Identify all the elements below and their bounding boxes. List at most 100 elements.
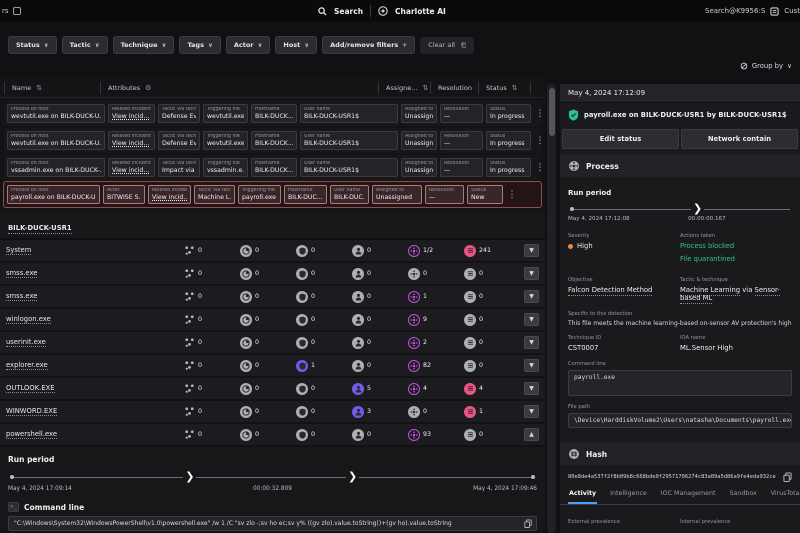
add-remove-filters-button[interactable]: Add/remove filters+	[322, 36, 415, 54]
cell-hostname: HostnameBILK-DUCK...	[251, 158, 297, 177]
table-row[interactable]: Process on hostwevtutil.exe on BILK-DUCK…	[4, 128, 541, 153]
expand-button[interactable]: ▼	[524, 313, 539, 326]
hash-section-header[interactable]: Hash	[560, 442, 800, 467]
ioa-name-field: IOA name ML.Sensor High	[680, 335, 792, 352]
filter-button-tactic[interactable]: Tactic∨	[62, 36, 108, 54]
run-period-timeline[interactable]: ❯ ❯	[10, 472, 535, 484]
clear-all-label: Clear all	[428, 41, 455, 49]
expand-button[interactable]: ▼	[524, 267, 539, 280]
process-name-link[interactable]: powershell.exe	[6, 430, 57, 439]
host-monitor-icon[interactable]	[770, 7, 779, 16]
badge-events: 241	[464, 245, 520, 257]
topbar-right-partial[interactable]: Cust	[784, 7, 800, 15]
charlotte-ai-button[interactable]: Charlotte AI	[395, 7, 446, 16]
table-row[interactable]: Process on hostvssadmin.exe on BILK-DUCK…	[4, 155, 541, 180]
cell-label: Resolution	[444, 161, 479, 166]
host-link[interactable]: BILK-DUCK-USR1	[8, 224, 72, 234]
network-contain-button[interactable]: Network contain	[681, 129, 798, 149]
cell-value: Unassigned	[405, 167, 433, 174]
command-line-value[interactable]: "C:\Windows\System32\WindowsPowerShell\v…	[8, 516, 537, 531]
column-assigned-label: Assigne...	[386, 84, 417, 92]
process-section-header[interactable]: Process	[560, 154, 800, 179]
filter-button-tags[interactable]: Tags∨	[179, 36, 220, 54]
kebab-menu-icon[interactable]: ⋮	[506, 185, 518, 204]
filter-button-actor[interactable]: Actor∨	[226, 36, 271, 54]
expand-button[interactable]: ▼	[524, 244, 539, 257]
copy-icon[interactable]	[524, 519, 532, 528]
badge-virus: 2	[408, 337, 464, 349]
column-attributes[interactable]: Attributes ⚙	[100, 82, 378, 94]
copy-icon[interactable]	[783, 472, 792, 482]
expand-button[interactable]: ▼	[524, 290, 539, 303]
process-name-link[interactable]: smss.exe	[6, 269, 37, 278]
process-name-link[interactable]: explorer.exe	[6, 361, 48, 370]
badge-events: 4	[464, 383, 520, 395]
hash-value[interactable]: 80e8de4a537f2f8b09b8c668bde0f29571706274…	[568, 474, 779, 480]
collapse-button[interactable]: ▲	[524, 428, 539, 441]
action-file-quarantined: File quarantined	[680, 255, 792, 263]
column-status[interactable]: Status ⇅	[478, 82, 530, 94]
person-badge-icon	[352, 429, 364, 441]
badge-clock: 0	[240, 314, 296, 326]
scrollbar-thumb[interactable]	[549, 88, 555, 136]
badge-clock: 0	[240, 429, 296, 441]
tab-intelligence[interactable]: Intelligence	[609, 486, 648, 504]
rp-command-line-value[interactable]: payroll.exe	[568, 370, 792, 396]
person-badge-icon	[352, 383, 364, 395]
clock-badge-icon	[240, 337, 252, 349]
sort-icon[interactable]: ⇅	[36, 84, 42, 92]
objective-link[interactable]: Falcon Detection Method	[568, 286, 652, 296]
column-resolution[interactable]: Resolution	[430, 82, 478, 94]
app-icon[interactable]	[13, 7, 21, 15]
column-assigned[interactable]: Assigne... ⇅	[378, 82, 430, 94]
cell-value[interactable]: View incid...	[112, 140, 151, 147]
column-name[interactable]: Name ⇅	[4, 82, 100, 94]
kebab-menu-icon[interactable]: ⋮	[534, 158, 546, 177]
kebab-menu-icon[interactable]: ⋮	[534, 104, 546, 123]
process-name-link[interactable]: winlogon.exe	[6, 315, 51, 324]
filter-label: Status	[16, 41, 40, 49]
cell-value[interactable]: View incid...	[112, 167, 151, 174]
kebab-menu-icon[interactable]: ⋮	[534, 131, 546, 150]
filter-button-status[interactable]: Status∨	[8, 36, 57, 54]
tab-ioc-management[interactable]: IOC Management	[660, 486, 717, 504]
filter-button-host[interactable]: Host∨	[275, 36, 317, 54]
search-button[interactable]: Search	[334, 7, 363, 16]
tab-activity[interactable]: Activity	[568, 486, 597, 504]
badge-count: 0	[311, 247, 315, 254]
sort-icon[interactable]: ⇅	[422, 84, 428, 92]
table-row[interactable]: Process on hostpayroll.exe on BILK-DUCK-…	[4, 182, 541, 207]
clock-badge-icon	[240, 429, 252, 441]
vertical-scrollbar[interactable]	[547, 84, 556, 533]
cell-value[interactable]: View incid...	[152, 194, 187, 201]
expand-button[interactable]: ▼	[524, 336, 539, 349]
tab-sandbox[interactable]: Sandbox	[729, 486, 758, 504]
expand-button[interactable]: ▼	[524, 405, 539, 418]
filter-button-technique[interactable]: Technique∨	[113, 36, 175, 54]
gear-icon[interactable]: ⚙	[145, 84, 151, 92]
process-name-link[interactable]: smss.exe	[6, 292, 37, 301]
cell-user-name: User nameBILK-DUCK-USR1$	[300, 104, 398, 123]
group-icon	[740, 62, 748, 70]
tab-virustotal[interactable]: VirusTotal	[770, 486, 800, 504]
expand-button[interactable]: ▼	[524, 359, 539, 372]
expand-button[interactable]: ▼	[524, 382, 539, 395]
process-name-link[interactable]: WINWORD.EXE	[6, 407, 57, 416]
sort-icon[interactable]: ⇅	[512, 84, 518, 92]
rp-command-line-field: Command line payroll.exe	[568, 361, 792, 396]
process-name-link[interactable]: OUTLOOK.EXE	[6, 384, 55, 393]
clear-all-button[interactable]: Clear all⎗	[420, 37, 474, 54]
badge-clock: 0	[240, 406, 296, 418]
badge-count: 0	[311, 408, 315, 415]
virus-badge-icon	[408, 360, 420, 372]
topbar-center: Search Charlotte AI	[318, 5, 446, 17]
process-name-link[interactable]: System	[6, 246, 31, 255]
cell-value[interactable]: View incid...	[112, 113, 151, 120]
account-label[interactable]: Search@K9956:S	[705, 7, 765, 15]
process-name-link[interactable]: userinit.exe	[6, 338, 46, 347]
table-row[interactable]: Process on hostwevtutil.exe on BILK-DUCK…	[4, 101, 541, 126]
group-by-control[interactable]: Group by ∨	[740, 62, 792, 70]
edit-status-button[interactable]: Edit status	[562, 129, 679, 149]
rp-run-timeline[interactable]: ❯	[570, 204, 790, 214]
file-path-value[interactable]: \Device\HarddiskVolume2\Users\natasha\Do…	[568, 413, 792, 428]
